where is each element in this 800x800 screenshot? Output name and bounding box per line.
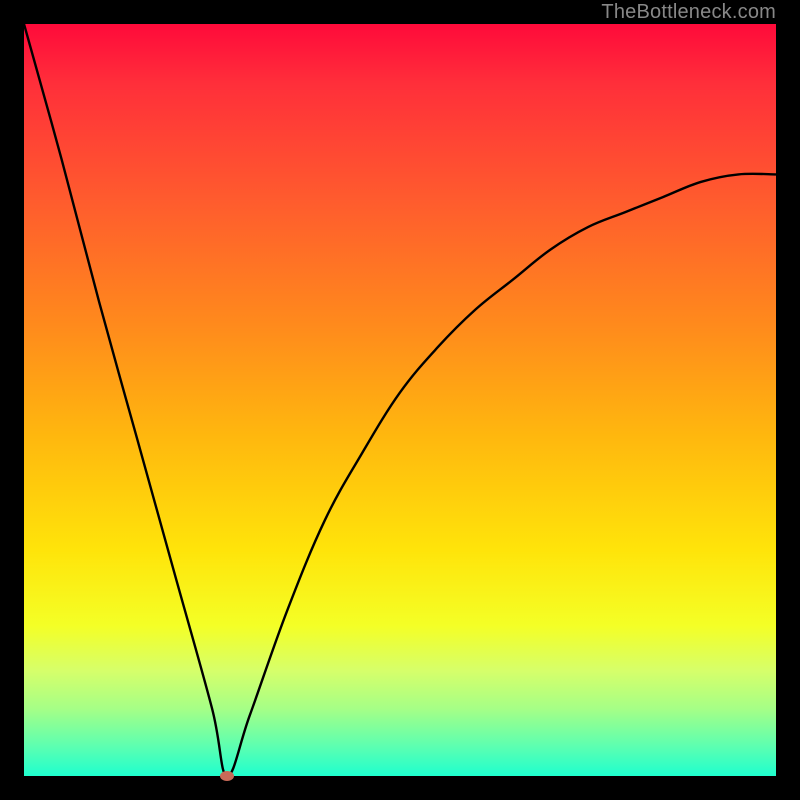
- plot-area: [24, 24, 776, 776]
- chart-frame: TheBottleneck.com: [0, 0, 800, 800]
- watermark-text: TheBottleneck.com: [601, 0, 776, 24]
- minimum-marker: [220, 771, 234, 781]
- bottleneck-curve: [24, 24, 776, 776]
